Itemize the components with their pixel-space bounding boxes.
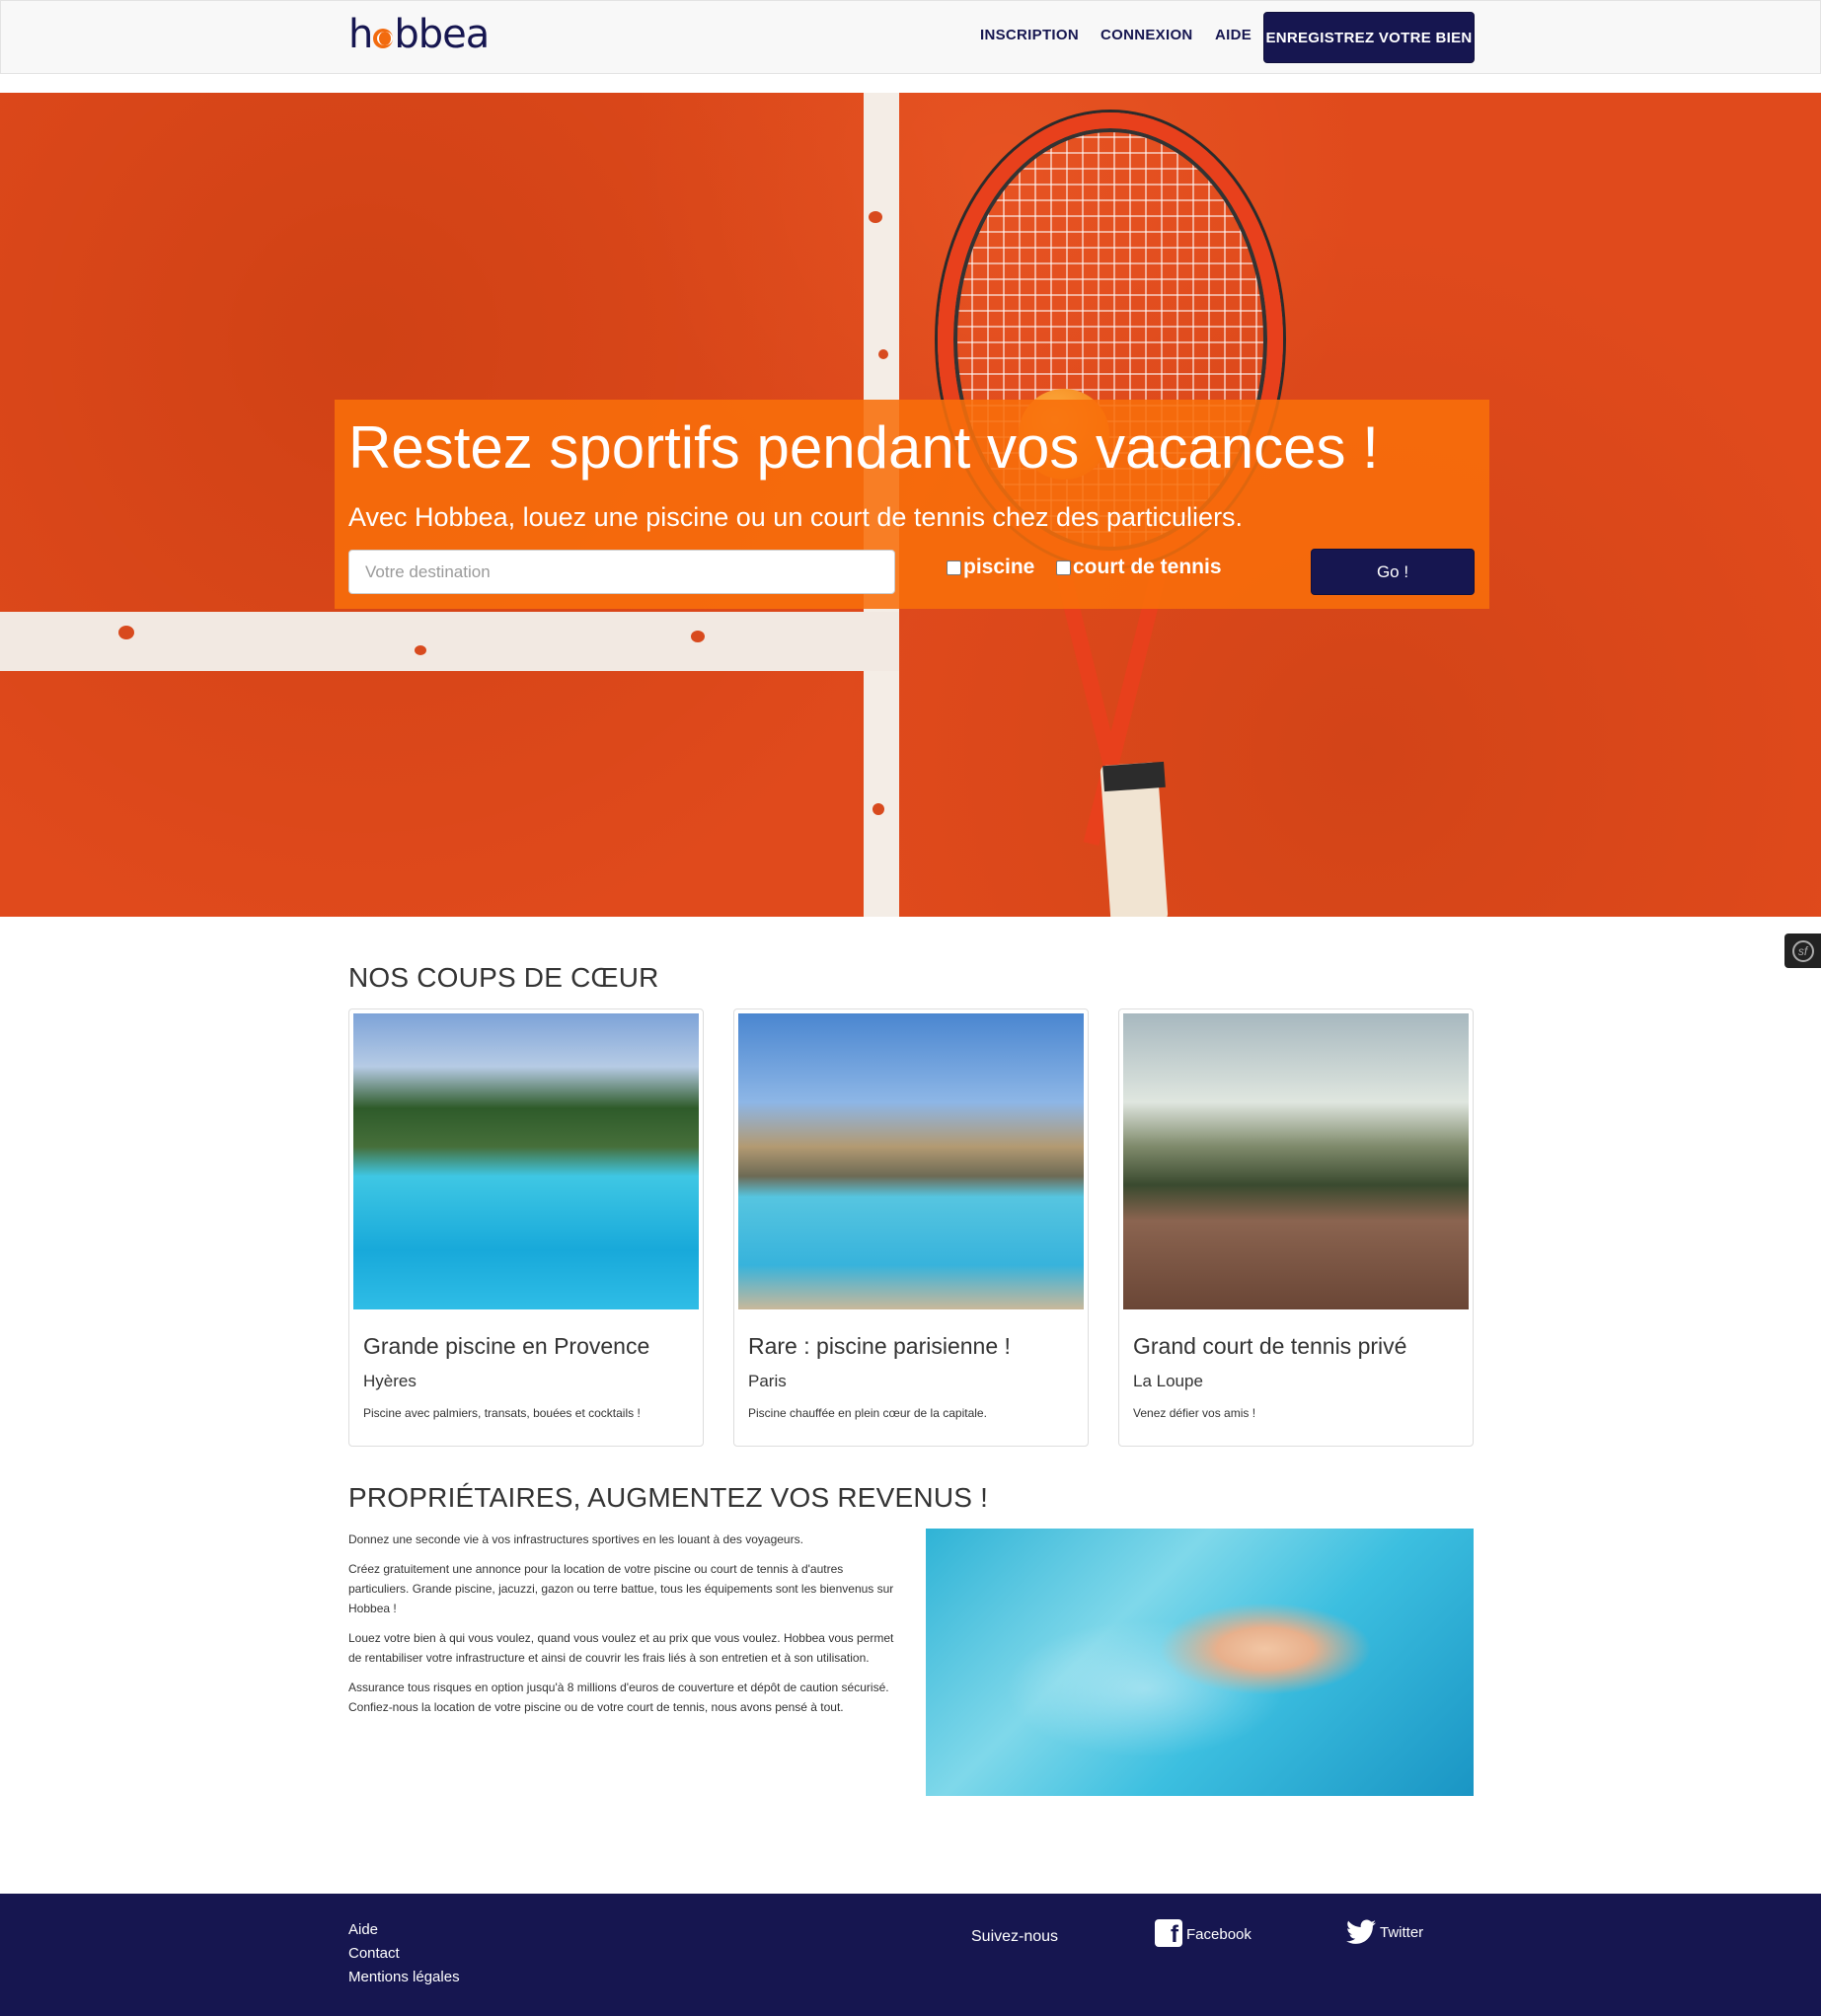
featured-card[interactable]: Grande piscine en Provence Hyères Piscin… bbox=[348, 1008, 704, 1447]
card-title[interactable]: Rare : piscine parisienne ! bbox=[748, 1333, 1011, 1360]
checkbox-label: piscine bbox=[963, 556, 1035, 578]
checkbox-piscine[interactable]: piscine bbox=[947, 550, 1034, 585]
nav-inscription[interactable]: INSCRIPTION bbox=[980, 27, 1079, 43]
court-line bbox=[0, 612, 899, 671]
owners-title: PROPRIÉTAIRES, AUGMENTEZ VOS REVENUS ! bbox=[348, 1482, 989, 1513]
hero-subtitle: Avec Hobbea, louez une piscine ou un cou… bbox=[348, 502, 1244, 532]
card-description: Piscine chauffée en plein cœur de la cap… bbox=[748, 1406, 987, 1420]
featured-title: NOS COUPS DE CŒUR bbox=[348, 962, 659, 993]
card-image[interactable] bbox=[353, 1013, 699, 1309]
card-city: La Loupe bbox=[1133, 1372, 1203, 1390]
checkbox[interactable] bbox=[947, 560, 961, 575]
twitter-icon bbox=[1346, 1919, 1376, 1944]
card-description: Piscine avec palmiers, transats, bouées … bbox=[363, 1406, 641, 1420]
footer-link-aide[interactable]: Aide bbox=[348, 1921, 378, 1938]
swimmer-image bbox=[926, 1529, 1474, 1796]
twitter-link[interactable]: Twitter bbox=[1346, 1919, 1423, 1945]
footer-link-mentions-legales[interactable]: Mentions légales bbox=[348, 1969, 460, 1985]
nav-aide[interactable]: AIDE bbox=[1215, 27, 1252, 43]
owners-paragraph: Donnez une seconde vie à vos infrastruct… bbox=[348, 1532, 803, 1546]
destination-input[interactable] bbox=[348, 550, 895, 594]
nav-connexion[interactable]: CONNEXION bbox=[1100, 27, 1193, 43]
checkbox-court-de-tennis[interactable]: court de tennis bbox=[1056, 550, 1222, 585]
footer-link-contact[interactable]: Contact bbox=[348, 1945, 400, 1962]
owners-paragraph: Créez gratuitement une annonce pour la l… bbox=[348, 1562, 894, 1615]
card-image[interactable] bbox=[738, 1013, 1084, 1309]
owners-paragraph: Louez votre bien à qui vous voulez, quan… bbox=[348, 1631, 894, 1665]
tennis-ball-icon bbox=[373, 29, 394, 48]
facebook-icon: f bbox=[1155, 1919, 1182, 1947]
follow-label: Suivez-nous bbox=[971, 1928, 1059, 1945]
card-city: Paris bbox=[748, 1372, 787, 1390]
symfony-toolbar-icon: sf bbox=[1791, 939, 1814, 962]
card-image[interactable] bbox=[1123, 1013, 1469, 1309]
logo-wordmark: h bbea bbox=[348, 12, 490, 57]
footer: Aide Contact Mentions légales Suivez-nou… bbox=[0, 1894, 1821, 2016]
symfony-toolbar-toggle[interactable]: sf bbox=[1784, 933, 1821, 968]
checkbox[interactable] bbox=[1056, 560, 1071, 575]
register-property-button[interactable]: ENREGISTREZ VOTRE BIEN bbox=[1263, 12, 1475, 63]
facebook-link[interactable]: f Facebook bbox=[1155, 1919, 1252, 1947]
owners-text: Donnez une seconde vie à vos infrastruct… bbox=[348, 1530, 901, 1727]
checkbox-label: court de tennis bbox=[1073, 556, 1222, 578]
search-panel: Restez sportifs pendant vos vacances ! A… bbox=[335, 400, 1489, 609]
owners-paragraph: Assurance tous risques en option jusqu'à… bbox=[348, 1680, 889, 1714]
featured-card[interactable]: Grand court de tennis privé La Loupe Ven… bbox=[1118, 1008, 1474, 1447]
hero-title: Restez sportifs pendant vos vacances ! bbox=[348, 414, 1379, 481]
facebook-label: Facebook bbox=[1186, 1926, 1252, 1943]
card-title[interactable]: Grand court de tennis privé bbox=[1133, 1333, 1406, 1360]
card-description: Venez défier vos amis ! bbox=[1133, 1406, 1256, 1420]
card-title[interactable]: Grande piscine en Provence bbox=[363, 1333, 649, 1360]
go-button[interactable]: Go ! bbox=[1311, 549, 1475, 595]
racket-collar bbox=[1102, 761, 1166, 792]
navbar: h bbea INSCRIPTION CONNEXION AIDE ENREGIS… bbox=[0, 0, 1821, 74]
card-city: Hyères bbox=[363, 1372, 417, 1390]
featured-card[interactable]: Rare : piscine parisienne ! Paris Piscin… bbox=[733, 1008, 1089, 1447]
twitter-label: Twitter bbox=[1380, 1924, 1424, 1941]
hobbea-logo[interactable]: h bbea bbox=[348, 12, 490, 57]
